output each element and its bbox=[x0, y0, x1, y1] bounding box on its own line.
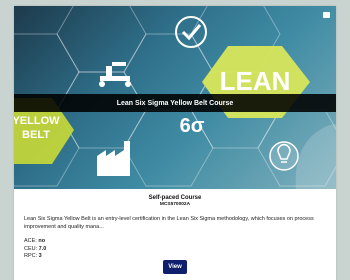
course-type: Self-paced Course bbox=[148, 195, 202, 201]
rpc-label: RPC: bbox=[24, 253, 38, 259]
belt-text: BELT bbox=[22, 129, 50, 141]
factory-icon bbox=[97, 141, 130, 176]
view-button[interactable]: View bbox=[163, 260, 187, 274]
check-icon bbox=[175, 16, 207, 48]
course-title: Lean Six Sigma Yellow Belt Course bbox=[14, 94, 336, 112]
rpc-value: 3 bbox=[38, 253, 42, 259]
robot-arm-icon bbox=[99, 62, 131, 87]
course-info: Self-paced Course MCS570002A Lean Six Si… bbox=[14, 189, 336, 261]
ace-value: no bbox=[38, 238, 46, 244]
ceu-label: CEU: bbox=[24, 245, 38, 252]
ace-label: ACE: bbox=[24, 238, 37, 244]
lean-text: LEAN bbox=[220, 66, 291, 96]
bookmark-icon[interactable] bbox=[323, 12, 330, 18]
course-card[interactable]: LEAN YELLOW BELT 6σ Lean Six Sigma Yello… bbox=[14, 6, 336, 280]
six-sigma-text: 6σ bbox=[180, 115, 205, 137]
lightbulb-icon bbox=[269, 141, 299, 171]
course-hero-image: LEAN YELLOW BELT 6σ Lean Six Sigma Yello… bbox=[14, 6, 336, 189]
course-code: MCS570002A bbox=[159, 202, 191, 207]
ceu-value: 7.0 bbox=[38, 245, 47, 252]
course-credits: ACE: no CEU: 7.0 RPC: 3 bbox=[24, 238, 326, 261]
course-description: Lean Six Sigma Yellow Belt is an entry-l… bbox=[24, 216, 314, 230]
yellow-text: YELLOW bbox=[14, 115, 60, 127]
ace-row: ACE: no bbox=[24, 238, 326, 246]
ceu-row: CEU: 7.0 bbox=[24, 246, 326, 254]
